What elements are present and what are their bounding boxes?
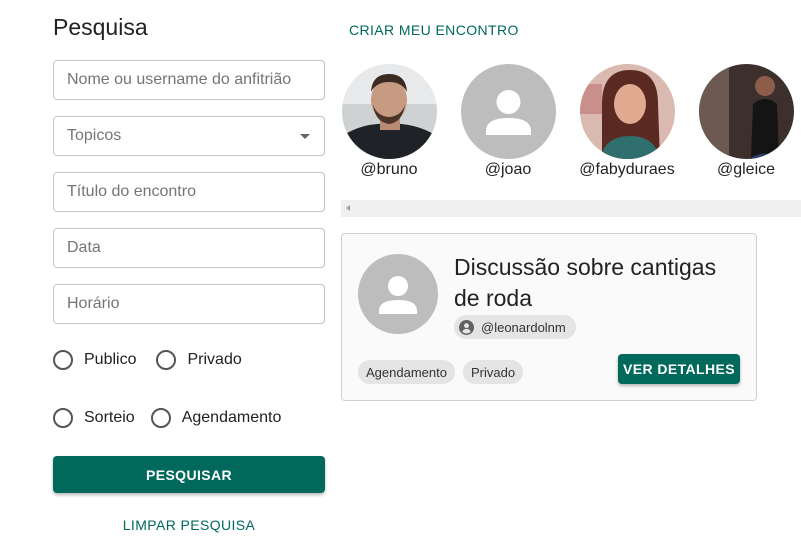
host-username: @joao xyxy=(484,161,532,178)
create-meeting-link[interactable]: CRIAR MEU ENCONTRO xyxy=(349,22,519,38)
date-input[interactable] xyxy=(54,229,324,267)
radio-public-label: Publico xyxy=(84,351,137,368)
host-search-field[interactable] xyxy=(53,60,325,100)
hosts-carousel: @bruno @joao @fabyduraes @gleice xyxy=(341,64,801,218)
radio-unchecked-icon[interactable] xyxy=(150,408,171,428)
meeting-title: Discussão sobre cantigas de roda xyxy=(454,254,717,311)
date-field[interactable] xyxy=(53,228,325,268)
meeting-card: Discussão sobre cantigas de roda @leonar… xyxy=(341,233,757,401)
host-username: @gleice xyxy=(716,161,776,178)
radio-unchecked-icon[interactable] xyxy=(156,350,177,370)
type-radio-group: Sorteio Agendamento xyxy=(53,408,301,428)
tag-chip: Agendamento xyxy=(358,360,455,384)
person-placeholder-icon xyxy=(460,64,556,159)
host-username: @bruno xyxy=(360,161,418,178)
search-button[interactable]: PESQUISAR xyxy=(53,456,325,493)
person-placeholder-icon xyxy=(358,254,438,334)
radio-scheduling[interactable]: Agendamento xyxy=(150,408,282,428)
host-chip[interactable]: @leonardolnm xyxy=(454,315,576,339)
radio-scheduling-label: Agendamento xyxy=(181,409,282,426)
visibility-radio-group: Publico Privado xyxy=(53,350,262,370)
tag-chip: Privado xyxy=(463,360,524,384)
radio-raffle-label: Sorteio xyxy=(84,409,135,426)
radio-public[interactable]: Publico xyxy=(53,350,136,370)
account-circle-icon xyxy=(459,319,474,335)
avatar xyxy=(698,64,794,159)
horizontal-scrollbar[interactable] xyxy=(341,200,801,217)
caret-down-icon xyxy=(300,133,310,139)
time-input[interactable] xyxy=(54,285,324,323)
radio-private-label: Privado xyxy=(187,351,242,368)
host-item[interactable]: @gleice xyxy=(698,64,794,179)
clear-search-button[interactable]: LIMPAR PESQUISA xyxy=(53,517,325,537)
radio-private[interactable]: Privado xyxy=(156,350,242,370)
meeting-title-input[interactable] xyxy=(54,173,324,211)
radio-unchecked-icon[interactable] xyxy=(53,350,73,370)
avatar xyxy=(341,64,437,159)
time-field[interactable] xyxy=(53,284,325,324)
host-item[interactable]: @fabyduraes xyxy=(579,64,675,179)
host-item[interactable]: @joao xyxy=(460,64,556,179)
page-title: Pesquisa xyxy=(53,14,148,40)
topics-select-label: Topicos xyxy=(67,127,122,144)
radio-raffle[interactable]: Sorteio xyxy=(53,408,135,428)
host-search-input[interactable] xyxy=(54,61,324,99)
view-details-button[interactable]: VER DETALHES xyxy=(618,354,740,384)
host-item[interactable]: @bruno xyxy=(341,64,437,179)
host-username: @fabyduraes xyxy=(579,161,675,178)
radio-unchecked-icon[interactable] xyxy=(53,408,73,428)
scroll-left-arrow-icon[interactable] xyxy=(346,205,350,211)
host-chip-label: @leonardolnm xyxy=(481,319,566,335)
meeting-title-field[interactable] xyxy=(53,172,325,212)
topics-select[interactable]: Topicos xyxy=(53,116,325,156)
avatar xyxy=(579,64,675,159)
